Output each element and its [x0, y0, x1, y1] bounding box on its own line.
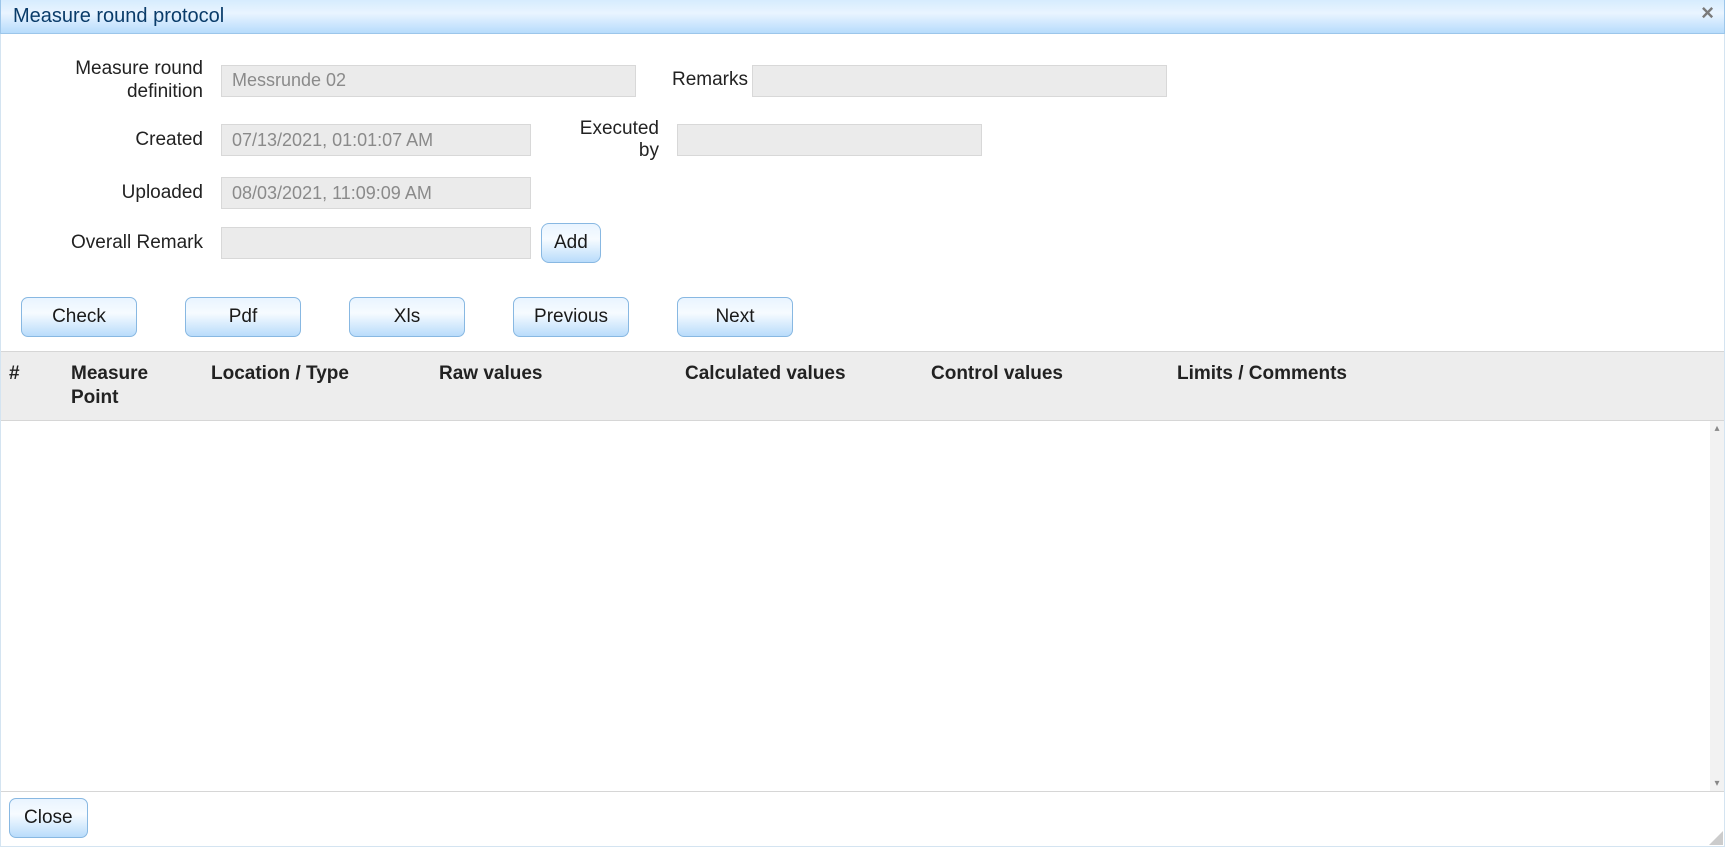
table-body: ▴ ▾ — [1, 421, 1724, 792]
col-calculated-values: Calculated values — [677, 352, 923, 420]
previous-button[interactable]: Previous — [513, 297, 629, 337]
dialog-panel: Measure round definition Remarks Created… — [0, 34, 1725, 847]
label-created: Created — [21, 129, 221, 152]
check-button[interactable]: Check — [21, 297, 137, 337]
col-measure-point: Measure Point — [63, 352, 203, 420]
scroll-gutter-head — [1710, 352, 1724, 420]
pdf-button[interactable]: Pdf — [185, 297, 301, 337]
definition-field — [221, 65, 636, 97]
dialog-footer: Close — [1, 792, 1724, 846]
uploaded-field — [221, 177, 531, 209]
col-raw-values: Raw values — [431, 352, 677, 420]
overall-remark-field[interactable] — [221, 227, 531, 259]
scroll-down-icon[interactable]: ▾ — [1714, 776, 1719, 791]
xls-button[interactable]: Xls — [349, 297, 465, 337]
label-remarks: Remarks — [672, 69, 752, 92]
add-button[interactable]: Add — [541, 223, 601, 263]
label-definition: Measure round definition — [21, 58, 221, 104]
col-control-values: Control values — [923, 352, 1169, 420]
vertical-scrollbar[interactable]: ▴ ▾ — [1710, 421, 1724, 791]
dialog-titlebar: Measure round protocol × — [0, 0, 1725, 34]
form-area: Measure round definition Remarks Created… — [1, 34, 1724, 287]
col-index: # — [1, 352, 63, 420]
toolbar: Check Pdf Xls Previous Next — [1, 287, 1724, 351]
label-overall-remark: Overall Remark — [21, 232, 221, 255]
label-uploaded: Uploaded — [21, 182, 221, 205]
label-executed-by: Executed by — [567, 118, 677, 164]
next-button[interactable]: Next — [677, 297, 793, 337]
close-button[interactable]: Close — [9, 798, 88, 838]
resize-grip-icon[interactable] — [1707, 829, 1723, 845]
table-header: # Measure Point Location / Type Raw valu… — [1, 351, 1724, 421]
remarks-field[interactable] — [752, 65, 1167, 97]
created-field — [221, 124, 531, 156]
scroll-up-icon[interactable]: ▴ — [1714, 421, 1719, 436]
dialog-title: Measure round protocol — [13, 5, 224, 28]
col-limits-comments: Limits / Comments — [1169, 352, 1710, 420]
close-icon[interactable]: × — [1701, 2, 1714, 24]
col-location-type: Location / Type — [203, 352, 431, 420]
executed-by-field[interactable] — [677, 124, 982, 156]
